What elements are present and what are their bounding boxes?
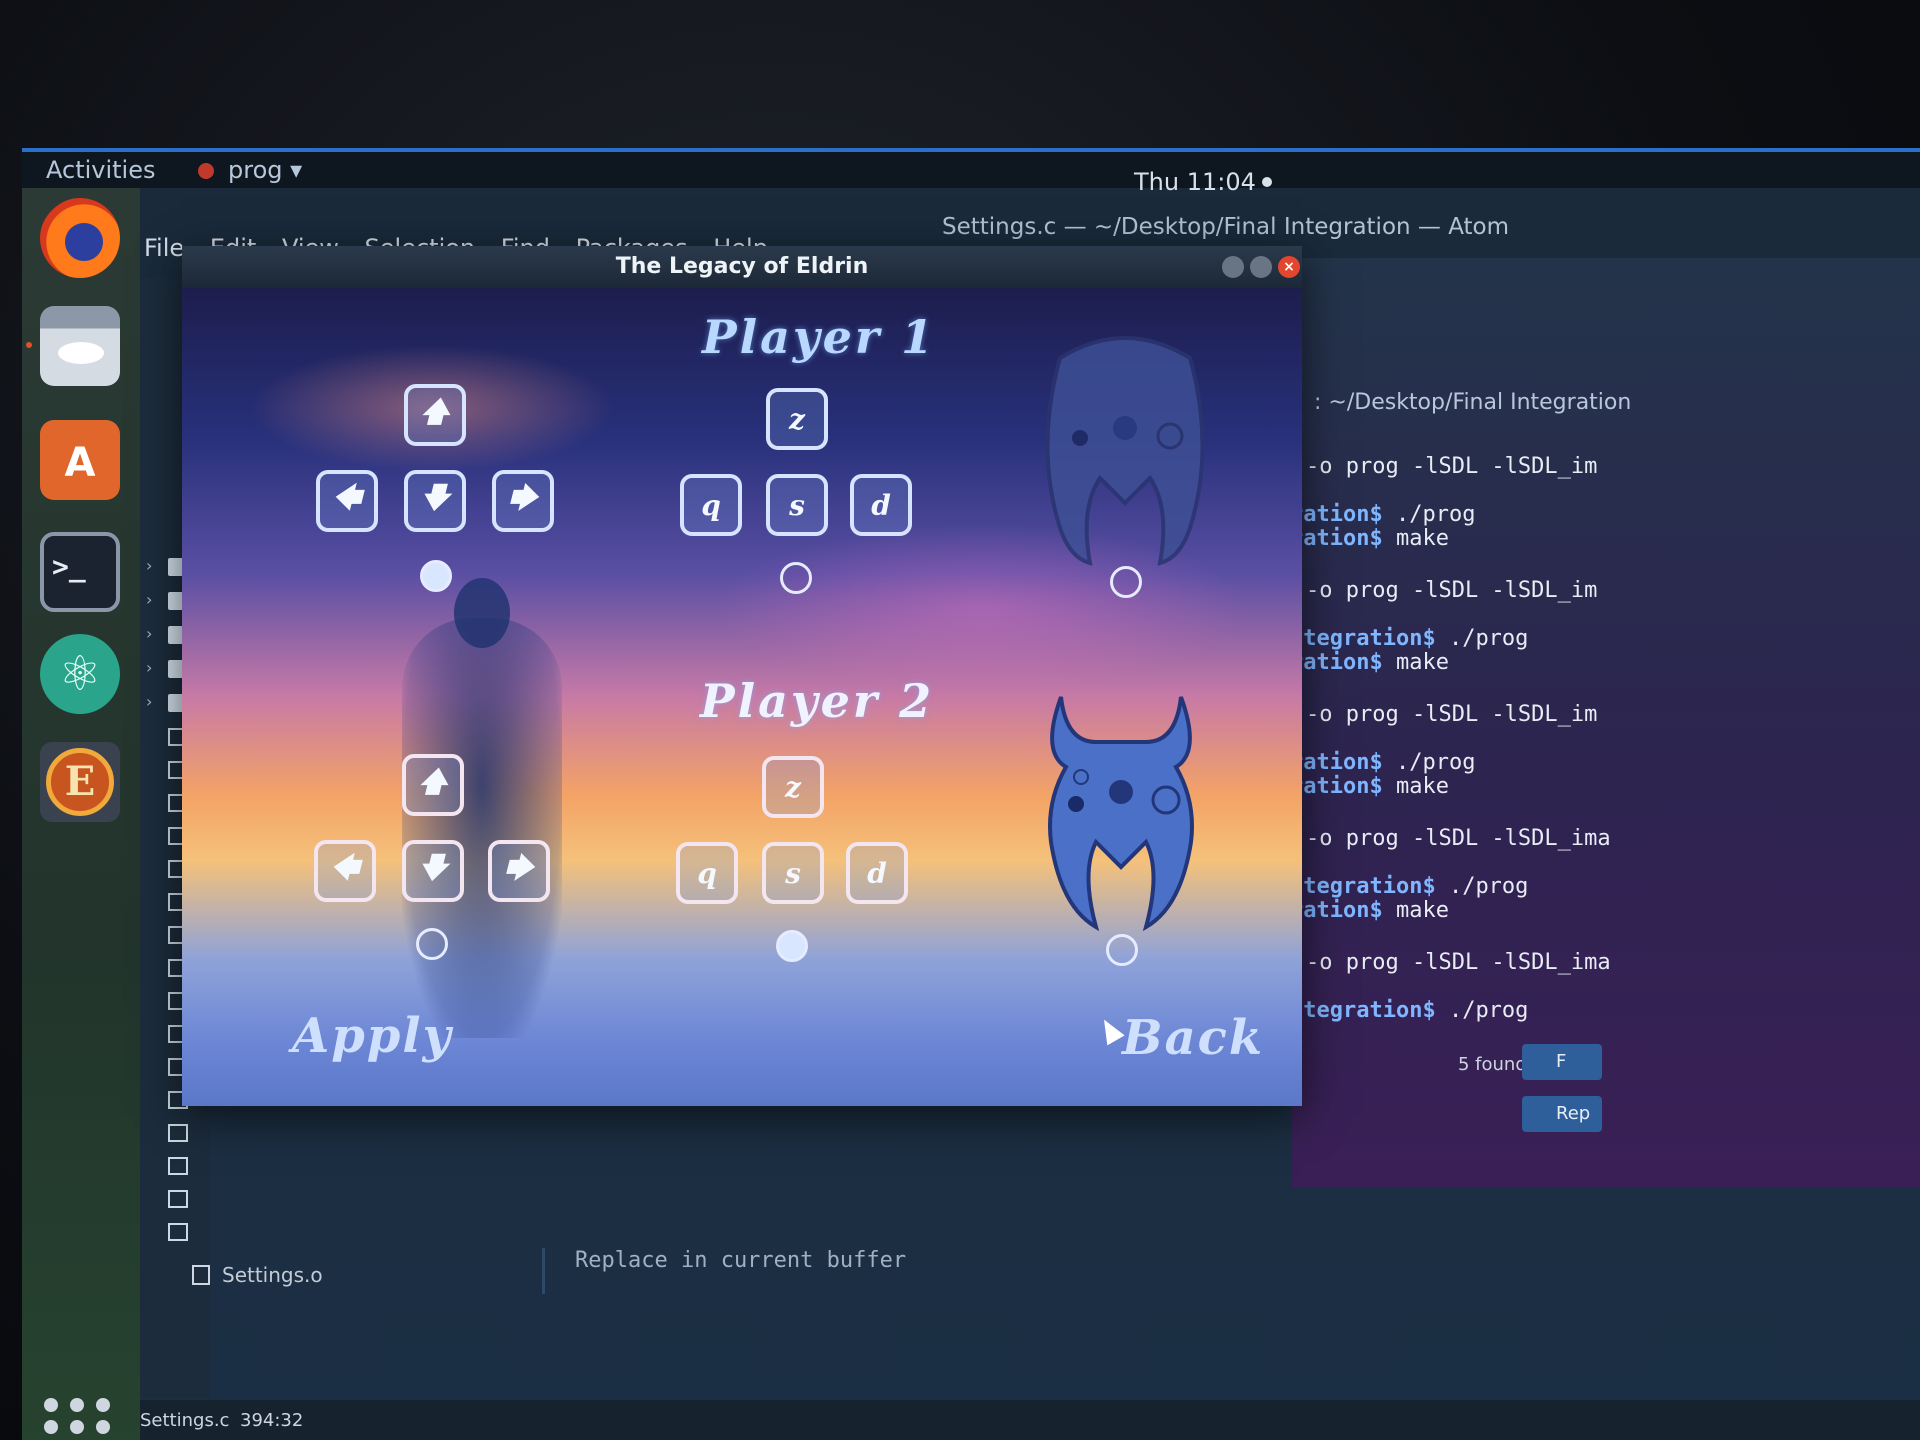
file-icon: [192, 1265, 210, 1285]
settings-screen: Player 1 🡅 🡄 🡇 🡆 z q s d Player 2 🡅 🡄 �: [182, 288, 1302, 1106]
terminal-line: -o prog -lSDL -lSDL_ima: [1306, 826, 1611, 851]
terminal-icon[interactable]: >_: [40, 532, 120, 612]
p2-arrow-left-key: 🡄: [314, 840, 376, 902]
activities-button[interactable]: Activities: [46, 156, 156, 184]
tree-item-label: Settings.o: [222, 1263, 323, 1287]
tree-file-icon[interactable]: [168, 1190, 188, 1208]
p1-arrow-right-key: 🡆: [492, 470, 554, 532]
atom-window-title: Settings.c — ~/Desktop/Final Integration…: [942, 214, 1510, 240]
tree-file-icon[interactable]: [168, 1124, 188, 1142]
minimize-button[interactable]: [1222, 256, 1244, 278]
p1-letter-right-key: d: [850, 474, 912, 536]
p2-arrow-up-key: 🡅: [402, 754, 464, 816]
p2-letters-radio[interactable]: [776, 930, 808, 962]
status-file[interactable]: Settings.c: [140, 1410, 229, 1431]
app-menu[interactable]: prog ▾: [198, 156, 302, 184]
terminal-line: ration$ ./prog: [1290, 750, 1476, 775]
chevron-down-icon: ▾: [290, 156, 303, 184]
close-button[interactable]: ×: [1278, 256, 1300, 278]
player1-title: Player 1: [702, 310, 937, 364]
terminal-line: ration$ make: [1290, 526, 1449, 551]
p1-letters-radio[interactable]: [780, 562, 812, 594]
terminal-line: ration$ ./prog: [1290, 502, 1476, 527]
status-bar: Settings.c 394:32: [140, 1400, 1920, 1440]
replace-input[interactable]: Replace in current buffer: [542, 1248, 1542, 1294]
software-icon[interactable]: A: [40, 420, 120, 500]
chevron-right-icon[interactable]: ›: [146, 590, 152, 609]
find-result-count: 5 found: [1458, 1054, 1527, 1075]
terminal-line: -o prog -lSDL -lSDL_im: [1306, 578, 1598, 603]
replace-button[interactable]: Rep: [1522, 1096, 1602, 1132]
p2-arrow-down-key: 🡇: [402, 840, 464, 902]
p1-arrow-down-key: 🡇: [404, 470, 466, 532]
maximize-button[interactable]: [1250, 256, 1272, 278]
app-menu-label: prog: [228, 156, 283, 184]
gnome-top-bar: Activities prog ▾ Thu 11:04: [22, 148, 1920, 196]
chevron-right-icon[interactable]: ›: [146, 658, 152, 677]
terminal-line: ration$ make: [1290, 898, 1449, 923]
terminal-line: ration$ make: [1290, 650, 1449, 675]
terminal-title: : ~/Desktop/Final Integration: [1314, 390, 1632, 415]
running-indicator: [26, 342, 32, 348]
p2-controller-radio[interactable]: [1106, 934, 1138, 966]
status-cursor-position[interactable]: 394:32: [240, 1410, 303, 1431]
atom-icon[interactable]: ⚛: [40, 634, 120, 714]
p1-controller-radio[interactable]: [1110, 566, 1142, 598]
p1-arrow-left-key: 🡄: [316, 470, 378, 532]
p2-letter-up-key: z: [762, 756, 824, 818]
show-apps-icon[interactable]: [44, 1398, 114, 1440]
p2-controller-mask-icon: [1048, 696, 1194, 932]
record-indicator-icon: [1261, 177, 1272, 187]
terminal-line: -o prog -lSDL -lSDL_im: [1306, 702, 1598, 727]
tree-item-settings-o[interactable]: Settings.o: [192, 1263, 323, 1287]
p1-letter-up-key: z: [766, 388, 828, 450]
files-icon[interactable]: [26, 306, 120, 386]
hero-silhouette: [402, 578, 562, 1038]
tree-file-icon[interactable]: [168, 1223, 188, 1241]
terminal-line: ntegration$ ./prog: [1290, 626, 1529, 651]
p1-arrow-up-key: 🡅: [404, 384, 466, 446]
tree-file-icon[interactable]: [168, 1157, 188, 1175]
p2-letter-right-key: d: [846, 842, 908, 904]
p1-letter-down-key: s: [766, 474, 828, 536]
apply-button[interactable]: Apply: [292, 1008, 453, 1064]
chevron-right-icon[interactable]: ›: [146, 692, 152, 711]
mouse-cursor-icon: [1095, 1014, 1125, 1046]
p2-arrow-right-key: 🡆: [488, 840, 550, 902]
chevron-right-icon[interactable]: ›: [146, 556, 152, 575]
clock-label: Thu 11:04: [1134, 168, 1256, 196]
back-button[interactable]: Back: [1122, 1010, 1264, 1066]
terminal-line: ntegration$ ./prog: [1290, 998, 1529, 1023]
app-menu-icon: [198, 163, 214, 179]
p1-letter-left-key: q: [680, 474, 742, 536]
game-titlebar[interactable]: The Legacy of Eldrin ×: [182, 246, 1302, 288]
eldrin-icon[interactable]: E: [40, 742, 120, 822]
game-window: The Legacy of Eldrin × Player 1 🡅 🡄 🡇 🡆 …: [182, 246, 1302, 1106]
p2-letter-left-key: q: [676, 842, 738, 904]
menu-file[interactable]: File: [144, 234, 184, 262]
desktop-screen: Activities prog ▾ Thu 11:04 A >_ ⚛ E Set…: [22, 148, 1920, 1440]
dock: A >_ ⚛ E: [22, 188, 140, 1440]
p1-arrows-radio[interactable]: [420, 560, 452, 592]
p2-arrows-radio[interactable]: [416, 928, 448, 960]
chevron-right-icon[interactable]: ›: [146, 624, 152, 643]
find-button[interactable]: F: [1522, 1044, 1602, 1080]
player2-title: Player 2: [700, 674, 935, 728]
firefox-icon[interactable]: [40, 198, 120, 278]
terminal-line: -o prog -lSDL -lSDL_ima: [1306, 950, 1611, 975]
p2-letter-down-key: s: [762, 842, 824, 904]
clock[interactable]: Thu 11:04: [1134, 168, 1272, 196]
terminal-line: ration$ make: [1290, 774, 1449, 799]
p1-controller-mask-icon: [1045, 336, 1205, 566]
terminal-line: -o prog -lSDL -lSDL_im: [1306, 454, 1598, 479]
terminal-line: ntegration$ ./prog: [1290, 874, 1529, 899]
eldrin-coin-icon: E: [46, 748, 114, 816]
game-title: The Legacy of Eldrin: [615, 254, 869, 279]
